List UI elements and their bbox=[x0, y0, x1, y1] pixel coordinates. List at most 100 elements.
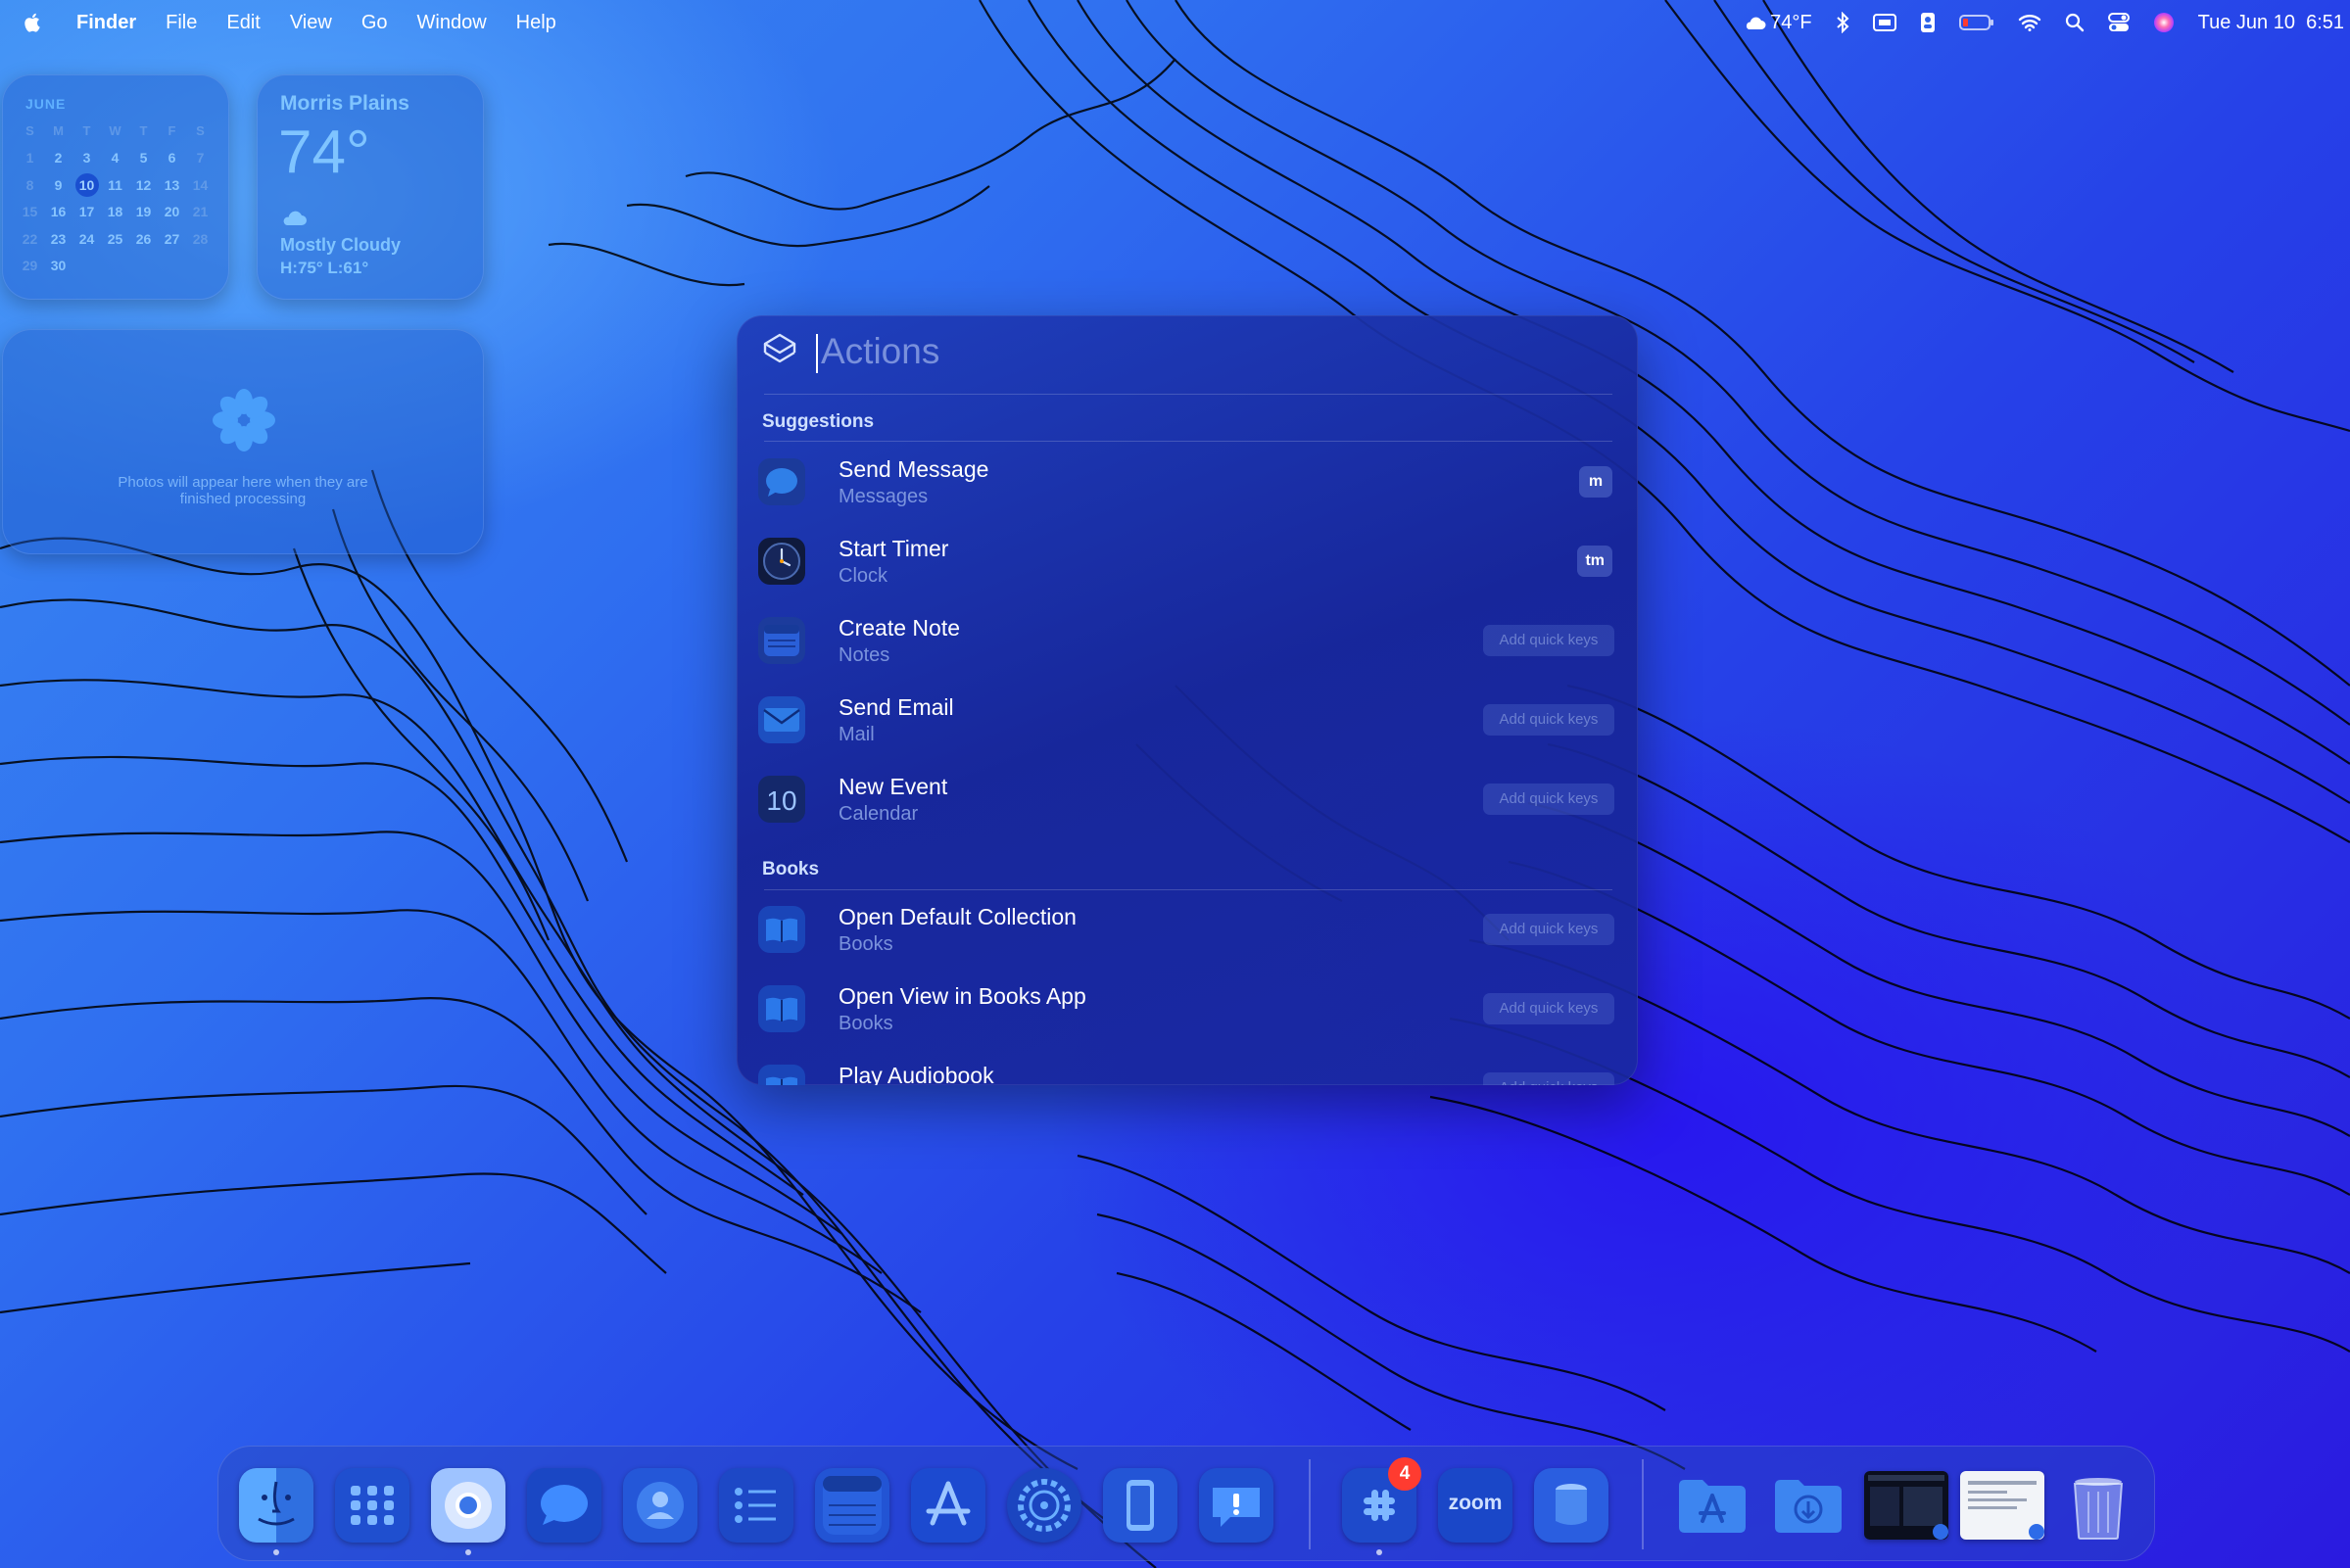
screenshot-thumbnail-icon[interactable] bbox=[1864, 1471, 1948, 1540]
app-icon[interactable] bbox=[1534, 1468, 1608, 1543]
calendar-day: 21 bbox=[192, 204, 209, 220]
result-subtitle: Books bbox=[839, 933, 893, 955]
menu-finder[interactable]: Finder bbox=[57, 12, 151, 34]
dock-separator bbox=[1642, 1459, 1644, 1549]
calendar-today: 10 bbox=[72, 171, 101, 199]
messages-icon bbox=[758, 458, 805, 505]
menu-edit[interactable]: Edit bbox=[212, 12, 274, 34]
wifi-icon[interactable] bbox=[2018, 14, 2041, 31]
result-open-default-collection[interactable]: Open Default Collection Books Add quick … bbox=[758, 890, 1616, 970]
result-send-message[interactable]: Send Message Messages m bbox=[758, 443, 1616, 522]
result-send-email[interactable]: Send Email Mail Add quick keys bbox=[758, 681, 1616, 760]
photos-message-line: Photos will appear here when they are bbox=[118, 474, 368, 491]
calendar-day: 23 bbox=[50, 230, 67, 247]
result-title: Send Message bbox=[839, 456, 989, 482]
apple-menu-icon[interactable] bbox=[10, 12, 57, 33]
menu-help[interactable]: Help bbox=[502, 12, 571, 34]
notification-badge: 4 bbox=[1388, 1457, 1421, 1491]
reminders-icon[interactable] bbox=[719, 1468, 793, 1543]
finder-icon[interactable] bbox=[239, 1468, 313, 1543]
contacts-icon[interactable] bbox=[623, 1468, 697, 1543]
result-create-note[interactable]: Create Note Notes Add quick keys bbox=[758, 601, 1616, 681]
result-open-view-in-books[interactable]: Open View in Books App Books Add quick k… bbox=[758, 970, 1616, 1049]
control-center-icon[interactable] bbox=[2107, 13, 2130, 32]
calendar-widget[interactable]: JUNE S M T W T F S 1 2 3 4 5 6 7 8 9 10 … bbox=[2, 74, 229, 300]
spotlight-icon[interactable] bbox=[2065, 13, 2085, 32]
launchpad-icon[interactable] bbox=[335, 1468, 409, 1543]
add-quick-keys-button[interactable]: Add quick keys bbox=[1483, 993, 1614, 1024]
calendar-day: 22 bbox=[22, 230, 38, 247]
weather-high-low: H:75° L:61° bbox=[280, 259, 369, 277]
result-subtitle: Clock bbox=[839, 565, 888, 587]
result-title: Start Timer bbox=[839, 536, 949, 561]
photos-widget[interactable]: Photos will appear here when they are fi… bbox=[2, 329, 484, 554]
result-new-event[interactable]: 10 New Event Calendar Add quick keys bbox=[758, 760, 1616, 839]
messages-icon[interactable] bbox=[527, 1468, 601, 1543]
menu-go[interactable]: Go bbox=[347, 12, 403, 34]
menu-window[interactable]: Window bbox=[403, 12, 502, 34]
running-indicator bbox=[273, 1549, 279, 1555]
result-subtitle: Books bbox=[839, 1013, 893, 1034]
calendar-day: 30 bbox=[50, 258, 67, 274]
bluetooth-icon[interactable] bbox=[1836, 12, 1849, 33]
calendar-day: 1 bbox=[25, 150, 34, 166]
calendar-day: 2 bbox=[54, 150, 63, 166]
cloud-icon bbox=[280, 208, 308, 232]
downloads-folder-icon[interactable] bbox=[1771, 1468, 1846, 1543]
calendar-day bbox=[101, 253, 129, 280]
calendar-day bbox=[158, 253, 186, 280]
spotlight-search-bar[interactable]: Actions bbox=[737, 315, 1638, 394]
quick-key-badge[interactable]: tm bbox=[1577, 546, 1612, 577]
calendar-day: 13 bbox=[164, 176, 180, 193]
result-title: Open View in Books App bbox=[839, 983, 1086, 1009]
feedback-icon[interactable] bbox=[1199, 1468, 1273, 1543]
divider bbox=[764, 441, 1612, 442]
id-icon[interactable] bbox=[1920, 12, 1936, 33]
calendar-day: 16 bbox=[50, 204, 67, 220]
calendar-day: 15 bbox=[22, 204, 38, 220]
spotlight-panel: Actions Suggestions Send Message Message… bbox=[737, 315, 1638, 1085]
books-icon bbox=[758, 906, 805, 953]
menu-view[interactable]: View bbox=[275, 12, 347, 34]
add-quick-keys-button[interactable]: Add quick keys bbox=[1483, 625, 1614, 656]
calendar-day: 18 bbox=[107, 204, 123, 220]
result-title: New Event bbox=[839, 774, 948, 799]
calendar-day: 12 bbox=[135, 176, 152, 193]
document-thumbnail-icon[interactable] bbox=[1960, 1471, 2044, 1540]
battery-icon[interactable] bbox=[1958, 14, 1994, 31]
iphone-mirroring-icon[interactable] bbox=[1103, 1468, 1177, 1543]
notes-icon[interactable] bbox=[815, 1468, 889, 1543]
add-quick-keys-button[interactable]: Add quick keys bbox=[1483, 704, 1614, 736]
calendar-day: 6 bbox=[168, 150, 176, 166]
quick-key-badge[interactable]: m bbox=[1579, 466, 1612, 498]
clock-datetime[interactable]: Tue Jun 10 6:51 bbox=[2198, 12, 2344, 34]
weather-city: Morris Plains bbox=[280, 92, 409, 115]
spotlight-search-input[interactable]: Actions bbox=[821, 331, 939, 372]
app-store-icon[interactable] bbox=[911, 1468, 985, 1543]
display-icon[interactable] bbox=[1872, 14, 1896, 31]
calendar-day: 14 bbox=[192, 176, 209, 193]
calendar-day: 19 bbox=[135, 204, 152, 220]
result-play-audiobook[interactable]: Play Audiobook Add quick keys bbox=[758, 1049, 1616, 1085]
weather-widget[interactable]: Morris Plains 74° Mostly Cloudy H:75° L:… bbox=[257, 74, 484, 300]
calendar-day: 28 bbox=[192, 230, 209, 247]
trash-icon[interactable] bbox=[2061, 1468, 2135, 1543]
calendar-icon-date: 10 bbox=[766, 785, 797, 816]
text-caret bbox=[816, 334, 818, 373]
photos-message: Photos will appear here when they are fi… bbox=[2, 474, 484, 507]
add-quick-keys-button[interactable]: Add quick keys bbox=[1483, 914, 1614, 945]
calendar-day: 17 bbox=[78, 204, 95, 220]
calendar-grid: S M T W T F S 1 2 3 4 5 6 7 8 9 10 11 12… bbox=[16, 118, 215, 279]
result-subtitle: Calendar bbox=[839, 803, 919, 825]
add-quick-keys-button[interactable]: Add quick keys bbox=[1483, 784, 1614, 815]
applications-folder-icon[interactable] bbox=[1675, 1468, 1750, 1543]
siri-icon[interactable] bbox=[2153, 12, 2175, 33]
zoom-icon[interactable]: zoom bbox=[1438, 1468, 1512, 1543]
weather-status-item[interactable]: 74°F bbox=[1743, 12, 1812, 34]
calendar-day: 24 bbox=[78, 230, 95, 247]
add-quick-keys-button[interactable]: Add quick keys bbox=[1483, 1072, 1614, 1085]
chrome-icon[interactable] bbox=[431, 1468, 505, 1543]
result-start-timer[interactable]: Start Timer Clock tm bbox=[758, 522, 1616, 601]
system-settings-icon[interactable] bbox=[1007, 1468, 1081, 1543]
menu-file[interactable]: File bbox=[151, 12, 212, 34]
